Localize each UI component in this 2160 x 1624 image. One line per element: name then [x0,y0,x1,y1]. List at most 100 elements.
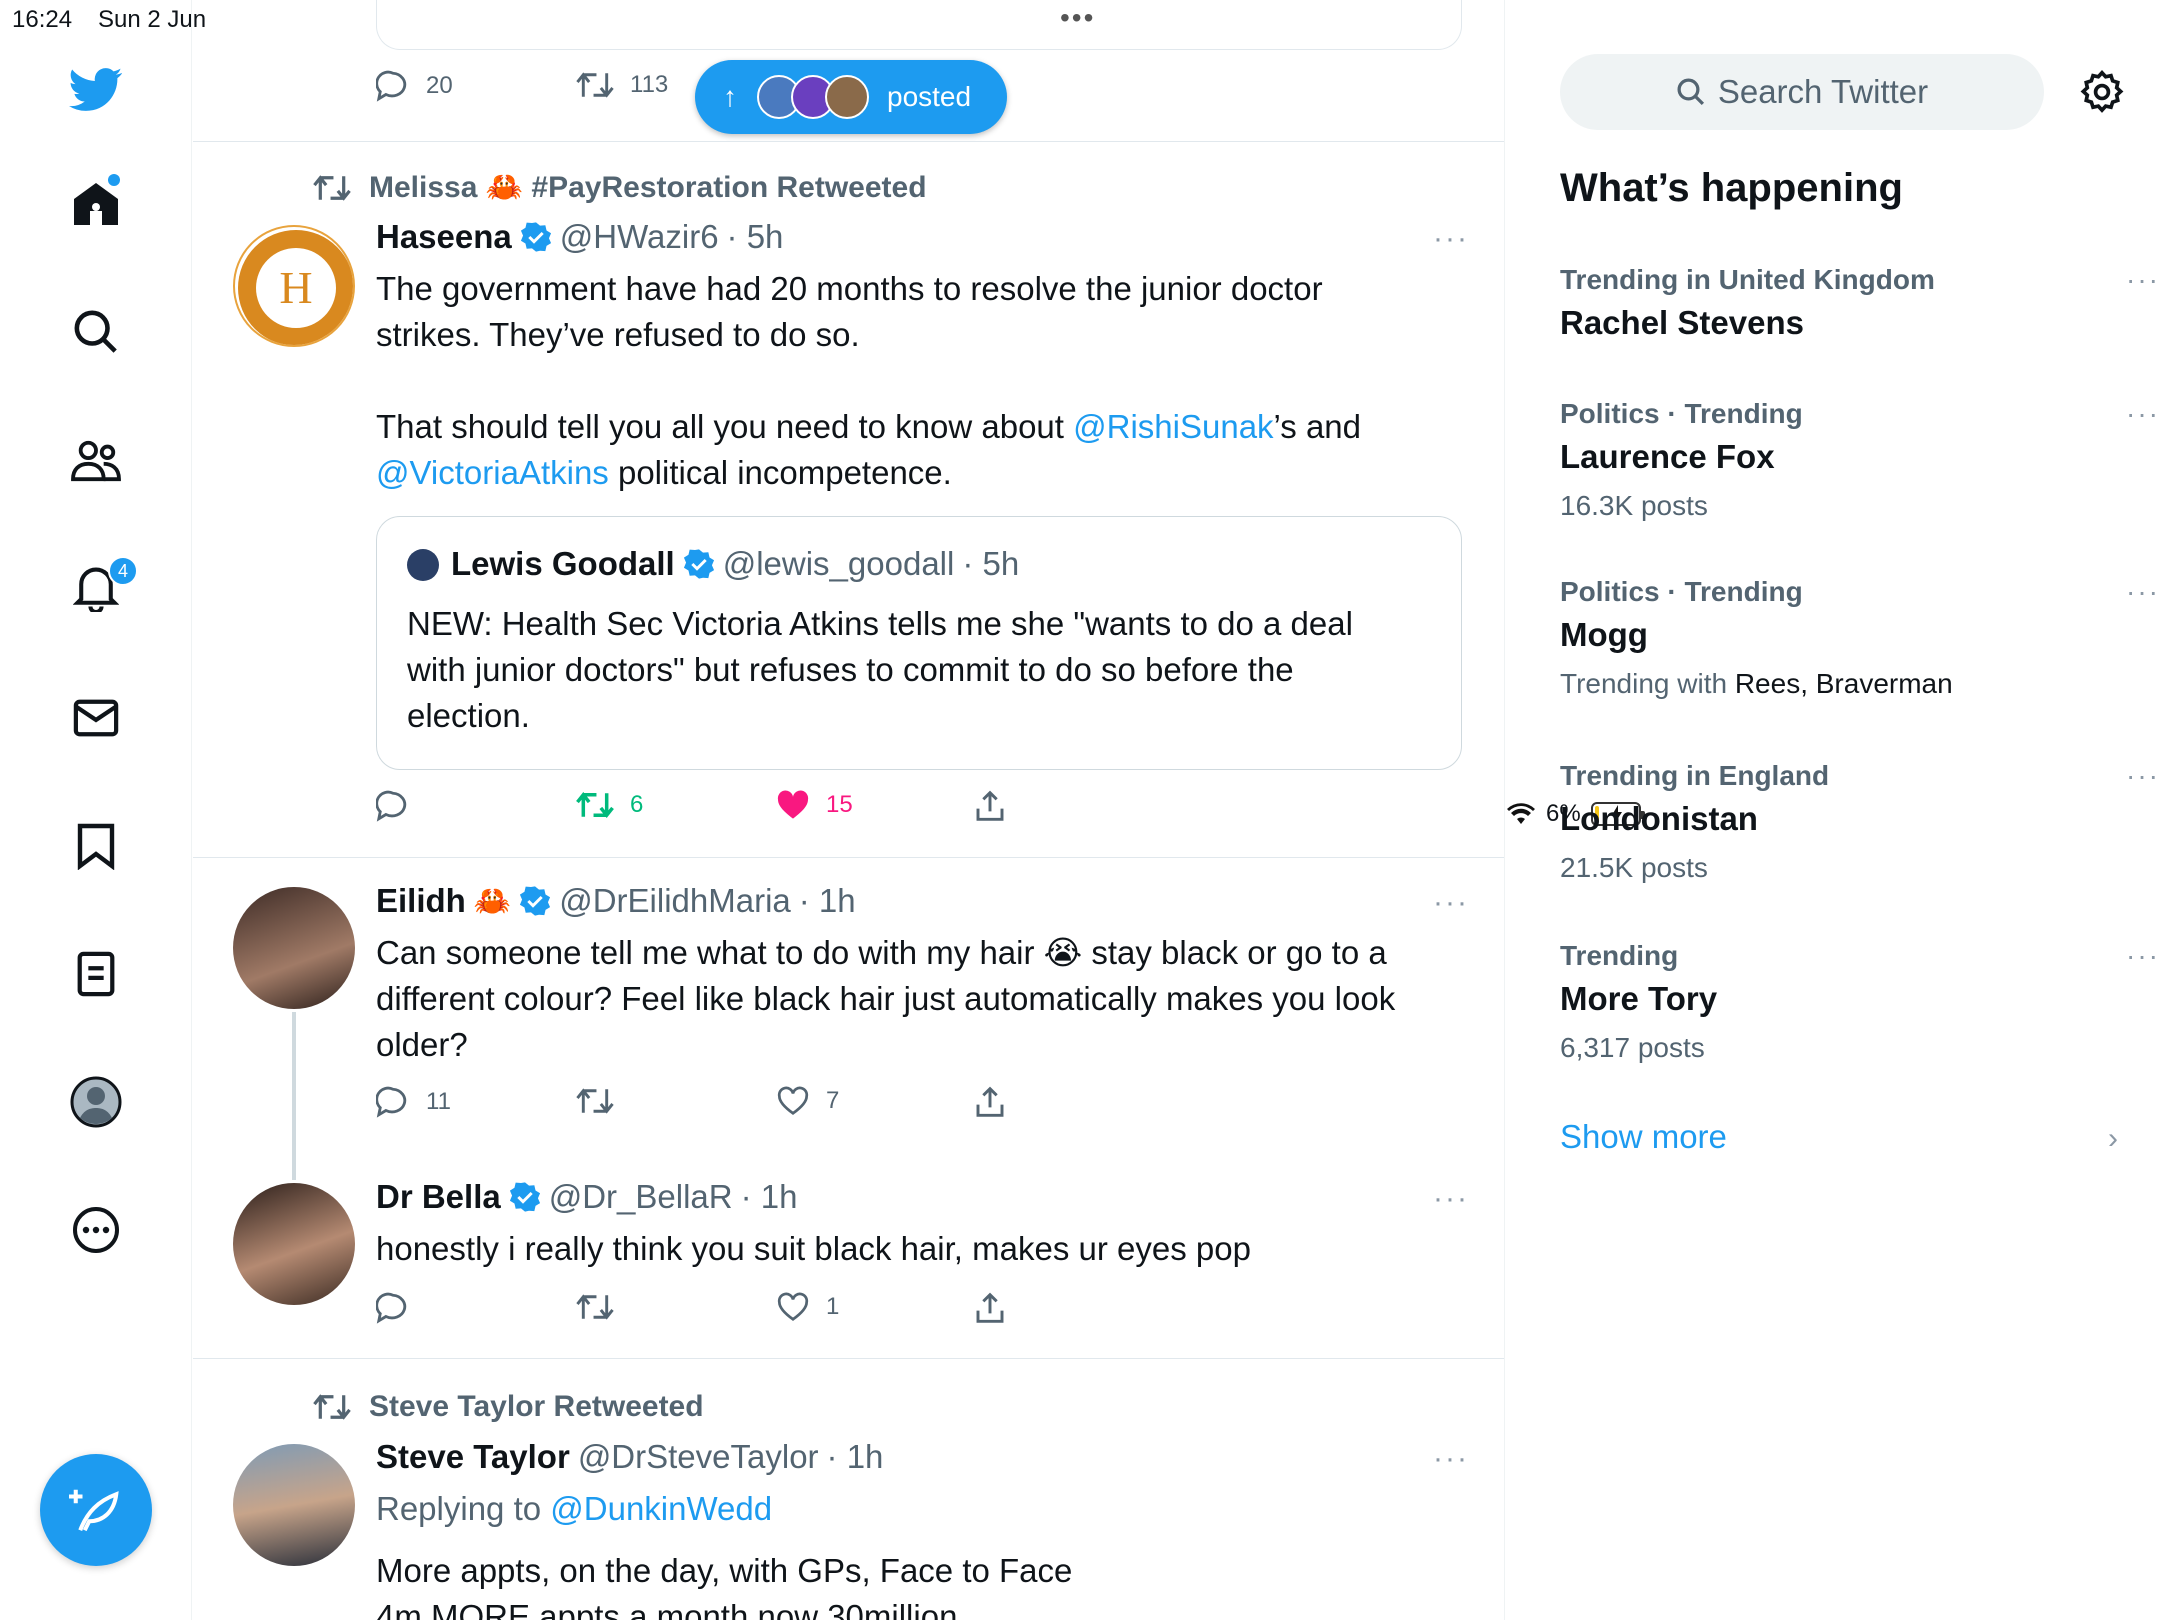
nav-home[interactable] [66,174,126,234]
trending-with-names: Rees, Braverman [1734,668,1953,699]
author-name[interactable]: Dr Bella [376,1178,501,1216]
tweet-text: The government have had 20 months to res… [376,270,1362,491]
reply-count: 20 [426,72,453,99]
author-handle[interactable]: @DrEilidhMaria [559,882,791,920]
verified-badge-icon [509,1182,540,1212]
retweet-button[interactable] [576,1086,630,1116]
tweet-time[interactable]: · 1h [741,1178,798,1216]
more-circle-icon [73,1207,119,1253]
nav-lists[interactable] [66,944,126,1004]
tweet-time[interactable]: · 1h [799,882,856,920]
trend-item[interactable]: Politics · Trending Mogg Trending with R… [1560,576,2158,700]
like-button[interactable]: 7 [776,1086,839,1116]
trend-more-icon[interactable]: ··· [2126,264,2160,296]
mention-link[interactable]: @RishiSunak [1073,408,1273,445]
author-handle[interactable]: @Dr_BellaR [549,1178,733,1216]
home-icon [74,183,118,225]
search-icon [74,310,117,353]
trend-item[interactable]: Trending in United Kingdom Rachel Steven… [1560,264,2158,342]
crab-emoji: 🦀 [473,884,512,918]
tweet-more-icon[interactable]: ··· [1433,1442,1469,1476]
reply-button[interactable]: 20 [376,70,453,102]
author-name[interactable]: Haseena [376,218,512,256]
quote-author-handle: @lewis_goodall [722,545,955,582]
show-more-link[interactable]: Show more [1560,1118,1727,1156]
like-button[interactable]: 1 [776,1292,839,1322]
search-input[interactable]: Search Twitter [1560,54,2044,130]
tweet-actions: 1 [376,1292,1176,1332]
heart-icon [777,1292,809,1321]
trend-more-icon[interactable]: ··· [2126,398,2160,430]
mention-link[interactable]: @VictoriaAtkins [376,454,609,491]
notifications-badge: 4 [108,556,138,586]
haseena-avatar-logo: H [238,230,353,345]
new-posts-avatars [757,75,869,119]
share-icon [976,1292,1004,1323]
nav-bookmarks[interactable] [66,816,126,876]
tweet-more-icon[interactable]: ··· [1433,222,1469,256]
quote-time: · 5h [962,545,1020,582]
timeline[interactable]: 20 113 ↗ ↑ posted Melissa 🦀 #PayRestorat… [193,0,1505,1620]
nav-messages[interactable] [66,688,126,748]
mail-icon [73,699,119,737]
author-handle[interactable]: @DrSteveTaylor [578,1438,819,1476]
share-button[interactable] [974,1086,1006,1118]
reply-button[interactable] [376,790,426,822]
share-button[interactable] [974,1292,1006,1324]
trend-item[interactable]: Politics · Trending Laurence Fox 16.3K p… [1560,398,2158,522]
mention-link[interactable]: @DunkinWedd [550,1490,772,1527]
trend-item[interactable]: Trending in England Londonistan 21.5K po… [1560,760,2158,884]
retweet-button[interactable]: 113 [576,70,668,100]
avatar[interactable] [233,1183,355,1305]
divider [193,141,1504,142]
retweeted-by-line[interactable]: Melissa 🦀 #PayRestoration Retweeted [313,170,927,205]
trend-more-icon[interactable]: ··· [2126,940,2160,972]
divider [193,857,1504,858]
tweet-more-icon[interactable]: ··· [1433,1182,1469,1216]
trend-item[interactable]: Trending More Tory 6,317 posts ··· [1560,940,2158,1064]
avatar[interactable] [233,887,355,1009]
author-handle[interactable]: @HWazir6 [560,218,719,256]
retweeted-by-line[interactable]: Steve Taylor Retweeted [313,1390,704,1424]
retweet-count: 6 [630,791,644,818]
compose-feather-icon [69,1489,119,1532]
reply-icon [376,1086,407,1118]
tweet-text: honestly i really think you suit black h… [376,1230,1251,1267]
trend-more-icon[interactable]: ··· [2126,576,2160,608]
chevron-right-icon[interactable]: › [2108,1122,2118,1156]
retweet-icon [576,791,614,819]
reply-count: 11 [426,1088,451,1115]
partial-quote-card[interactable] [376,0,1462,50]
like-count: 1 [826,1293,840,1320]
reply-button[interactable]: 11 [376,1086,451,1118]
avatar[interactable] [233,1444,355,1566]
avatar[interactable]: H [233,225,355,347]
nav-profile[interactable] [66,1072,126,1132]
trend-more-icon[interactable]: ··· [2126,760,2160,792]
tweet-more-icon[interactable]: ··· [1433,886,1469,920]
replying-to: Replying to @DunkinWedd [376,1490,773,1527]
nav-communities[interactable] [66,430,126,490]
author-name[interactable]: Steve Taylor [376,1438,570,1476]
quoted-tweet[interactable]: Lewis Goodall @lewis_goodall · 5h NEW: H… [376,516,1462,770]
tweet-time[interactable]: · 1h [827,1438,884,1476]
like-count: 7 [826,1087,840,1114]
author-name[interactable]: Eilidh [376,882,466,920]
like-button[interactable]: 15 [776,790,853,820]
tweet-time[interactable]: · 5h [727,218,784,256]
retweet-icon [576,72,614,98]
settings-gear-icon[interactable] [2080,70,2124,119]
twitter-logo-icon[interactable] [66,60,126,120]
tweet-actions: 11 7 [376,1086,1176,1126]
nav-explore[interactable] [66,302,126,362]
compose-tweet-button[interactable] [40,1454,152,1566]
reply-button[interactable] [376,1292,426,1324]
retweet-button[interactable]: 6 [576,790,643,820]
nav-more[interactable] [66,1200,126,1260]
retweet-button[interactable] [576,1292,630,1322]
share-button[interactable] [974,790,1006,822]
new-posts-pill[interactable]: ↑ posted [695,60,1007,134]
divider [193,1358,1504,1359]
verified-badge-icon [683,549,714,579]
retweet-icon [313,1394,351,1420]
